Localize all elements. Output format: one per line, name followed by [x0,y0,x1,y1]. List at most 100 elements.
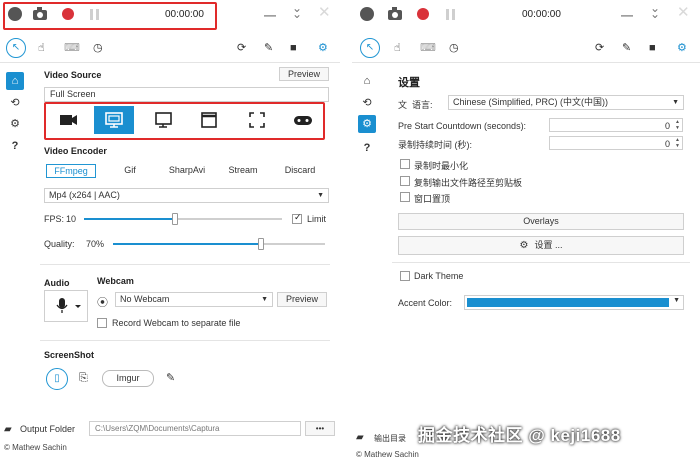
help-icon[interactable]: ? [6,137,24,155]
captura-window-main: 00:00:00 — ⌄ ⌄ ✕ ↖ ☝ ⌨ ◷ ⟳ ✎ ■ ⚙ ⌂ ⟲ ⚙ ?… [0,0,340,460]
video-source-field[interactable]: Full Screen [44,87,329,102]
save-to-disk-icon[interactable]: ▯ [46,368,68,390]
audio-source-button[interactable] [44,290,88,322]
tab-discard[interactable]: Discard [276,164,324,178]
minimize-on-record-label: 录制时最小化 [414,161,469,171]
source-screen-selected[interactable] [94,106,134,134]
source-monitor[interactable] [143,106,183,134]
language-label: 语言: [412,100,433,110]
source-game[interactable] [283,106,323,134]
keyboard-icon[interactable]: ⌨ [64,41,80,55]
minimize-icon[interactable]: — [621,8,633,22]
tools-toolbar: ↖ ☝ ⌨ ◷ ⟳ ✎ ■ ⚙ [352,36,700,62]
video-source-preview-button[interactable]: Preview [279,67,329,81]
accent-color-select[interactable]: ▼ [464,295,684,310]
separate-file-checkbox[interactable] [97,318,107,328]
title-bar: 00:00:00 — ⌄ ⌄ ✕ [352,0,700,30]
help-icon[interactable]: ? [358,139,376,157]
limit-checkbox[interactable] [292,212,302,224]
output-folder-label: 输出目录 [374,434,406,443]
edit-pen-icon[interactable]: ✎ [166,371,175,384]
webcam-preview-button[interactable]: Preview [277,292,327,307]
history-icon[interactable]: ⟲ [6,94,24,112]
history-icon[interactable]: ⟲ [358,94,376,112]
fps-slider-thumb[interactable] [172,213,178,225]
keyboard-icon[interactable]: ⌨ [420,41,436,55]
tab-stream[interactable]: Stream [219,164,267,178]
close-icon[interactable]: ✕ [318,5,331,20]
spin-down-icon[interactable]: ▼ [675,144,680,149]
timer-icon[interactable]: ◷ [449,41,459,55]
monitor-icon [155,112,172,128]
pause-icon[interactable] [90,9,99,20]
pre-start-value: 0 [664,121,670,131]
fps-slider[interactable] [84,213,282,225]
source-region[interactable] [237,106,277,134]
folder-icon[interactable]: ▰ [4,424,12,435]
settings-more-button[interactable]: ⚙ 设置 ... [398,236,684,255]
record-button[interactable] [62,8,74,20]
menu-circle-icon[interactable] [8,7,22,21]
settings-more-label: 设置 ... [534,240,563,250]
copy-path-checkbox[interactable] [400,176,410,186]
timer-icon[interactable]: ◷ [93,41,103,55]
limit-label: Limit [307,214,327,224]
home-icon[interactable]: ⌂ [358,72,376,90]
source-window[interactable] [189,106,229,134]
overlays-button[interactable]: Overlays [398,213,684,230]
collapse-chevron-icon-top: ⌄ [650,1,661,15]
settings-icon[interactable]: ⚙ [6,115,24,133]
duration-input[interactable]: 0 ▲ ▼ [549,136,683,150]
format-select[interactable]: Mp4 (x264 | AAC) ▼ [44,188,329,203]
quality-value: 70% [86,239,105,249]
minimize-on-record-checkbox[interactable] [400,159,410,169]
quality-slider-thumb[interactable] [258,238,264,250]
browse-folder-button[interactable]: ••• [305,421,335,436]
clipboard-icon[interactable]: ⎘ [79,372,88,385]
folder-icon[interactable]: ■ [290,41,297,55]
output-folder-path[interactable]: C:\Users\ZQM\Documents\Captura [89,421,301,436]
tab-sharpavi[interactable]: SharpAvi [161,164,213,178]
divider [0,62,340,63]
camera-icon [60,115,77,125]
language-select-value: Chinese (Simplified, PRC) (中文(中国)) [453,97,609,107]
screenshot-camera-icon[interactable] [388,7,402,20]
watermark-text: 掘金技术社区 @ keji1688 [418,426,621,445]
tab-ffmpeg[interactable]: FFmpeg [46,164,96,178]
video-source-label: Video Source [44,70,102,80]
tab-gif[interactable]: Gif [110,164,150,178]
quality-slider[interactable] [113,238,325,250]
home-icon[interactable]: ⌂ [6,72,24,90]
webcam-select[interactable]: No Webcam ▼ [115,292,273,307]
accent-color-swatch [467,298,669,307]
settings-gear-icon[interactable]: ⚙ [677,41,687,55]
cursor-icon[interactable]: ↖ [6,38,26,58]
close-icon[interactable]: ✕ [677,5,690,20]
brush-icon[interactable]: ✎ [622,41,631,55]
settings-gear-icon[interactable]: ⚙ [318,41,328,55]
imgur-button[interactable]: Imgur [102,370,154,387]
refresh-icon[interactable]: ⟳ [595,41,604,55]
topmost-checkbox[interactable] [400,192,410,202]
settings-icon[interactable]: ⚙ [358,115,376,133]
folder-icon[interactable]: ▰ [356,432,364,443]
pause-icon[interactable] [446,9,455,20]
dark-theme-checkbox[interactable] [400,271,410,281]
separate-file-label: Record Webcam to separate file [112,318,241,328]
screenshot-camera-icon[interactable] [33,7,47,20]
source-webcam[interactable] [48,106,88,134]
click-hand-icon[interactable]: ☝ [38,41,45,55]
record-button[interactable] [417,8,429,20]
pre-start-input[interactable]: 0 ▲ ▼ [549,118,683,132]
language-select[interactable]: Chinese (Simplified, PRC) (中文(中国)) ▼ [448,95,684,110]
cursor-icon[interactable]: ↖ [360,38,380,58]
click-hand-icon[interactable]: ☝ [394,41,401,55]
minimize-icon[interactable]: — [264,8,276,22]
spin-down-icon[interactable]: ▼ [675,126,680,131]
refresh-icon[interactable]: ⟳ [237,41,246,55]
microphone-icon [56,298,81,313]
webcam-icon: ⦿ [97,297,108,309]
brush-icon[interactable]: ✎ [264,41,273,55]
folder-icon[interactable]: ■ [649,41,656,55]
menu-circle-icon[interactable] [360,7,374,21]
